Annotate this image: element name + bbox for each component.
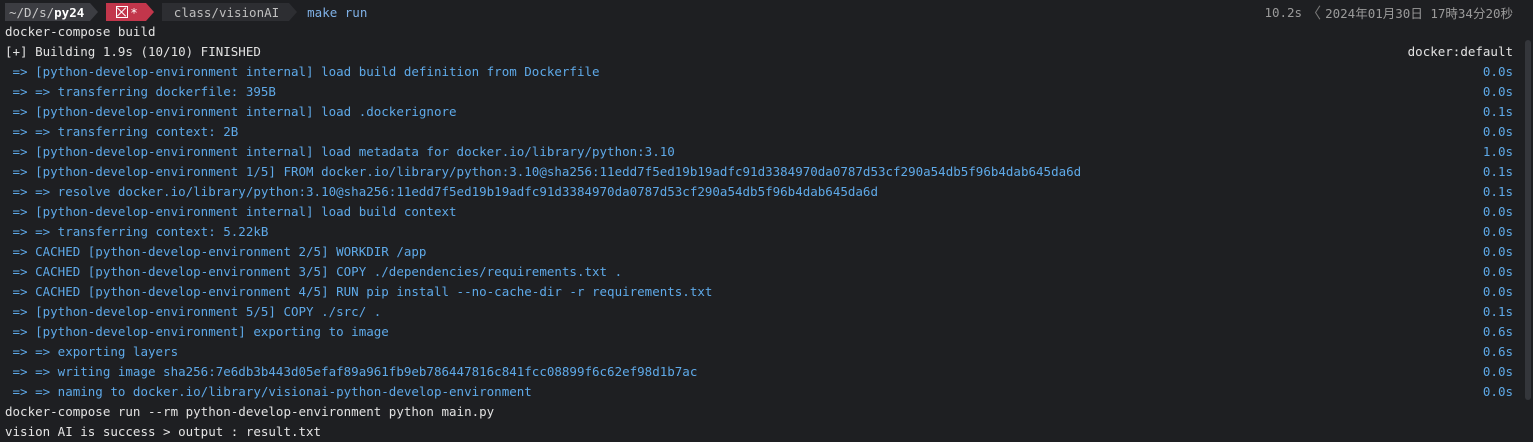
output-line: => => exporting layers 0.6s — [5, 342, 1528, 362]
output-line-text: => => writing image sha256:7e6db3b443d05… — [5, 364, 698, 379]
output-line-text: vision AI is success > output : result.t… — [5, 424, 322, 439]
output-line-text: => => transferring context: 2B — [5, 124, 239, 139]
output-line: => => transferring dockerfile: 395B 0.0s — [5, 82, 1528, 102]
prompt-dir-current: py24 — [54, 4, 85, 20]
output-line: => => resolve docker.io/library/python:3… — [5, 182, 1528, 202]
step-duration: 0.1s — [1482, 164, 1513, 179]
prompt-git-status: * — [106, 3, 146, 21]
output-line: => [python-develop-environment internal]… — [5, 202, 1528, 222]
git-status-mark: * — [130, 4, 138, 20]
step-duration: 0.0s — [1482, 124, 1513, 139]
output-line-text: => CACHED [python-develop-environment 4/… — [5, 284, 713, 299]
output-line-text: => [python-develop-environment 1/5] FROM… — [5, 164, 1082, 179]
step-duration: 0.1s — [1482, 184, 1513, 199]
output-line-text: => => resolve docker.io/library/python:3… — [5, 184, 878, 199]
prompt-separator-arrow — [90, 3, 99, 21]
step-duration: 1.0s — [1482, 144, 1513, 159]
prompt-datetime: 2024年01月30日 17時34分20秒 — [1325, 5, 1513, 21]
git-dirty-icon — [116, 6, 129, 18]
output-line-text: => => transferring dockerfile: 395B — [5, 84, 276, 99]
prompt-separator-arrow — [289, 3, 298, 21]
prompt-separator-arrow — [145, 3, 154, 21]
output-line: => [python-develop-environment internal]… — [5, 102, 1528, 122]
prompt-directory: ~/D/s/py24 — [5, 3, 91, 21]
prompt-dir-prefix: ~/D/s/ — [9, 4, 55, 20]
step-duration: 0.1s — [1482, 304, 1513, 319]
output-line: => => naming to docker.io/library/vision… — [5, 382, 1528, 402]
output-line-text: => => exporting layers — [5, 344, 179, 359]
step-duration: 0.0s — [1482, 364, 1513, 379]
prompt-path: class/visionAI — [161, 3, 290, 21]
output-line: => [python-develop-environment 1/5] FROM… — [5, 162, 1528, 182]
output-line: => => transferring context: 2B 0.0s — [5, 122, 1528, 142]
build-target: docker:default — [1407, 44, 1513, 59]
terminal-output: docker-compose build [+] Building 1.9s (1… — [5, 22, 1528, 442]
output-line: => CACHED [python-develop-environment 2/… — [5, 242, 1528, 262]
output-line-text: docker-compose run --rm python-develop-e… — [5, 404, 495, 419]
output-line: => CACHED [python-develop-environment 4/… — [5, 282, 1528, 302]
output-line: vision AI is success > output : result.t… — [5, 422, 1528, 442]
output-line-text: => [python-develop-environment 5/5] COPY… — [5, 304, 382, 319]
output-line-text: => [python-develop-environment internal]… — [5, 104, 457, 119]
step-duration: 0.0s — [1482, 84, 1513, 99]
output-line: => => transferring context: 5.22kB 0.0s — [5, 222, 1528, 242]
output-line-text: [+] Building 1.9s (10/10) FINISHED — [5, 44, 261, 59]
output-line: => CACHED [python-develop-environment 3/… — [5, 262, 1528, 282]
output-line: => => writing image sha256:7e6db3b443d05… — [5, 362, 1528, 382]
output-line-text: => => naming to docker.io/library/vision… — [5, 384, 532, 399]
step-duration: 0.6s — [1482, 324, 1513, 339]
step-duration: 0.0s — [1482, 224, 1513, 239]
step-duration: 0.0s — [1482, 264, 1513, 279]
output-line: => [python-develop-environment] exportin… — [5, 322, 1528, 342]
output-line: docker-compose run --rm python-develop-e… — [5, 402, 1528, 422]
step-duration: 0.0s — [1482, 284, 1513, 299]
terminal-window[interactable]: ~/D/s/py24 * class/visionAI make run 10.… — [0, 0, 1533, 442]
step-duration: 0.0s — [1482, 204, 1513, 219]
prompt-command: make run — [307, 4, 368, 20]
output-line-text: => [python-develop-environment] exportin… — [5, 324, 389, 339]
step-duration: 0.0s — [1482, 64, 1513, 79]
command-duration: 10.2s — [1264, 4, 1303, 20]
output-line-text: => CACHED [python-develop-environment 2/… — [5, 244, 427, 259]
output-line: => [python-develop-environment 5/5] COPY… — [5, 302, 1528, 322]
prompt-path-text: class/visionAI — [173, 4, 280, 20]
output-line-text: => [python-develop-environment internal]… — [5, 64, 600, 79]
output-line-text: => [python-develop-environment internal]… — [5, 144, 675, 159]
output-line-text: => CACHED [python-develop-environment 3/… — [5, 264, 623, 279]
output-line-text: docker-compose build — [5, 24, 156, 39]
output-line: docker-compose build — [5, 22, 1528, 42]
output-line: => [python-develop-environment internal]… — [5, 62, 1528, 82]
prompt-right-status: 10.2s 〈 2024年01月30日 17時34分20秒 — [1264, 2, 1528, 23]
step-duration: 0.1s — [1482, 104, 1513, 119]
output-line-text: => => transferring context: 5.22kB — [5, 224, 269, 239]
output-line-text: => [python-develop-environment internal]… — [5, 204, 457, 219]
shell-prompt: ~/D/s/py24 * class/visionAI make run 10.… — [5, 2, 1528, 22]
output-line: [+] Building 1.9s (10/10) FINISHED docker… — [5, 42, 1528, 62]
output-line: => [python-develop-environment internal]… — [5, 142, 1528, 162]
step-duration: 0.0s — [1482, 384, 1513, 399]
terminal-scrollbar[interactable] — [1525, 40, 1531, 400]
chevron-left-icon: 〈 — [1306, 3, 1322, 22]
step-duration: 0.0s — [1482, 244, 1513, 259]
step-duration: 0.6s — [1482, 344, 1513, 359]
